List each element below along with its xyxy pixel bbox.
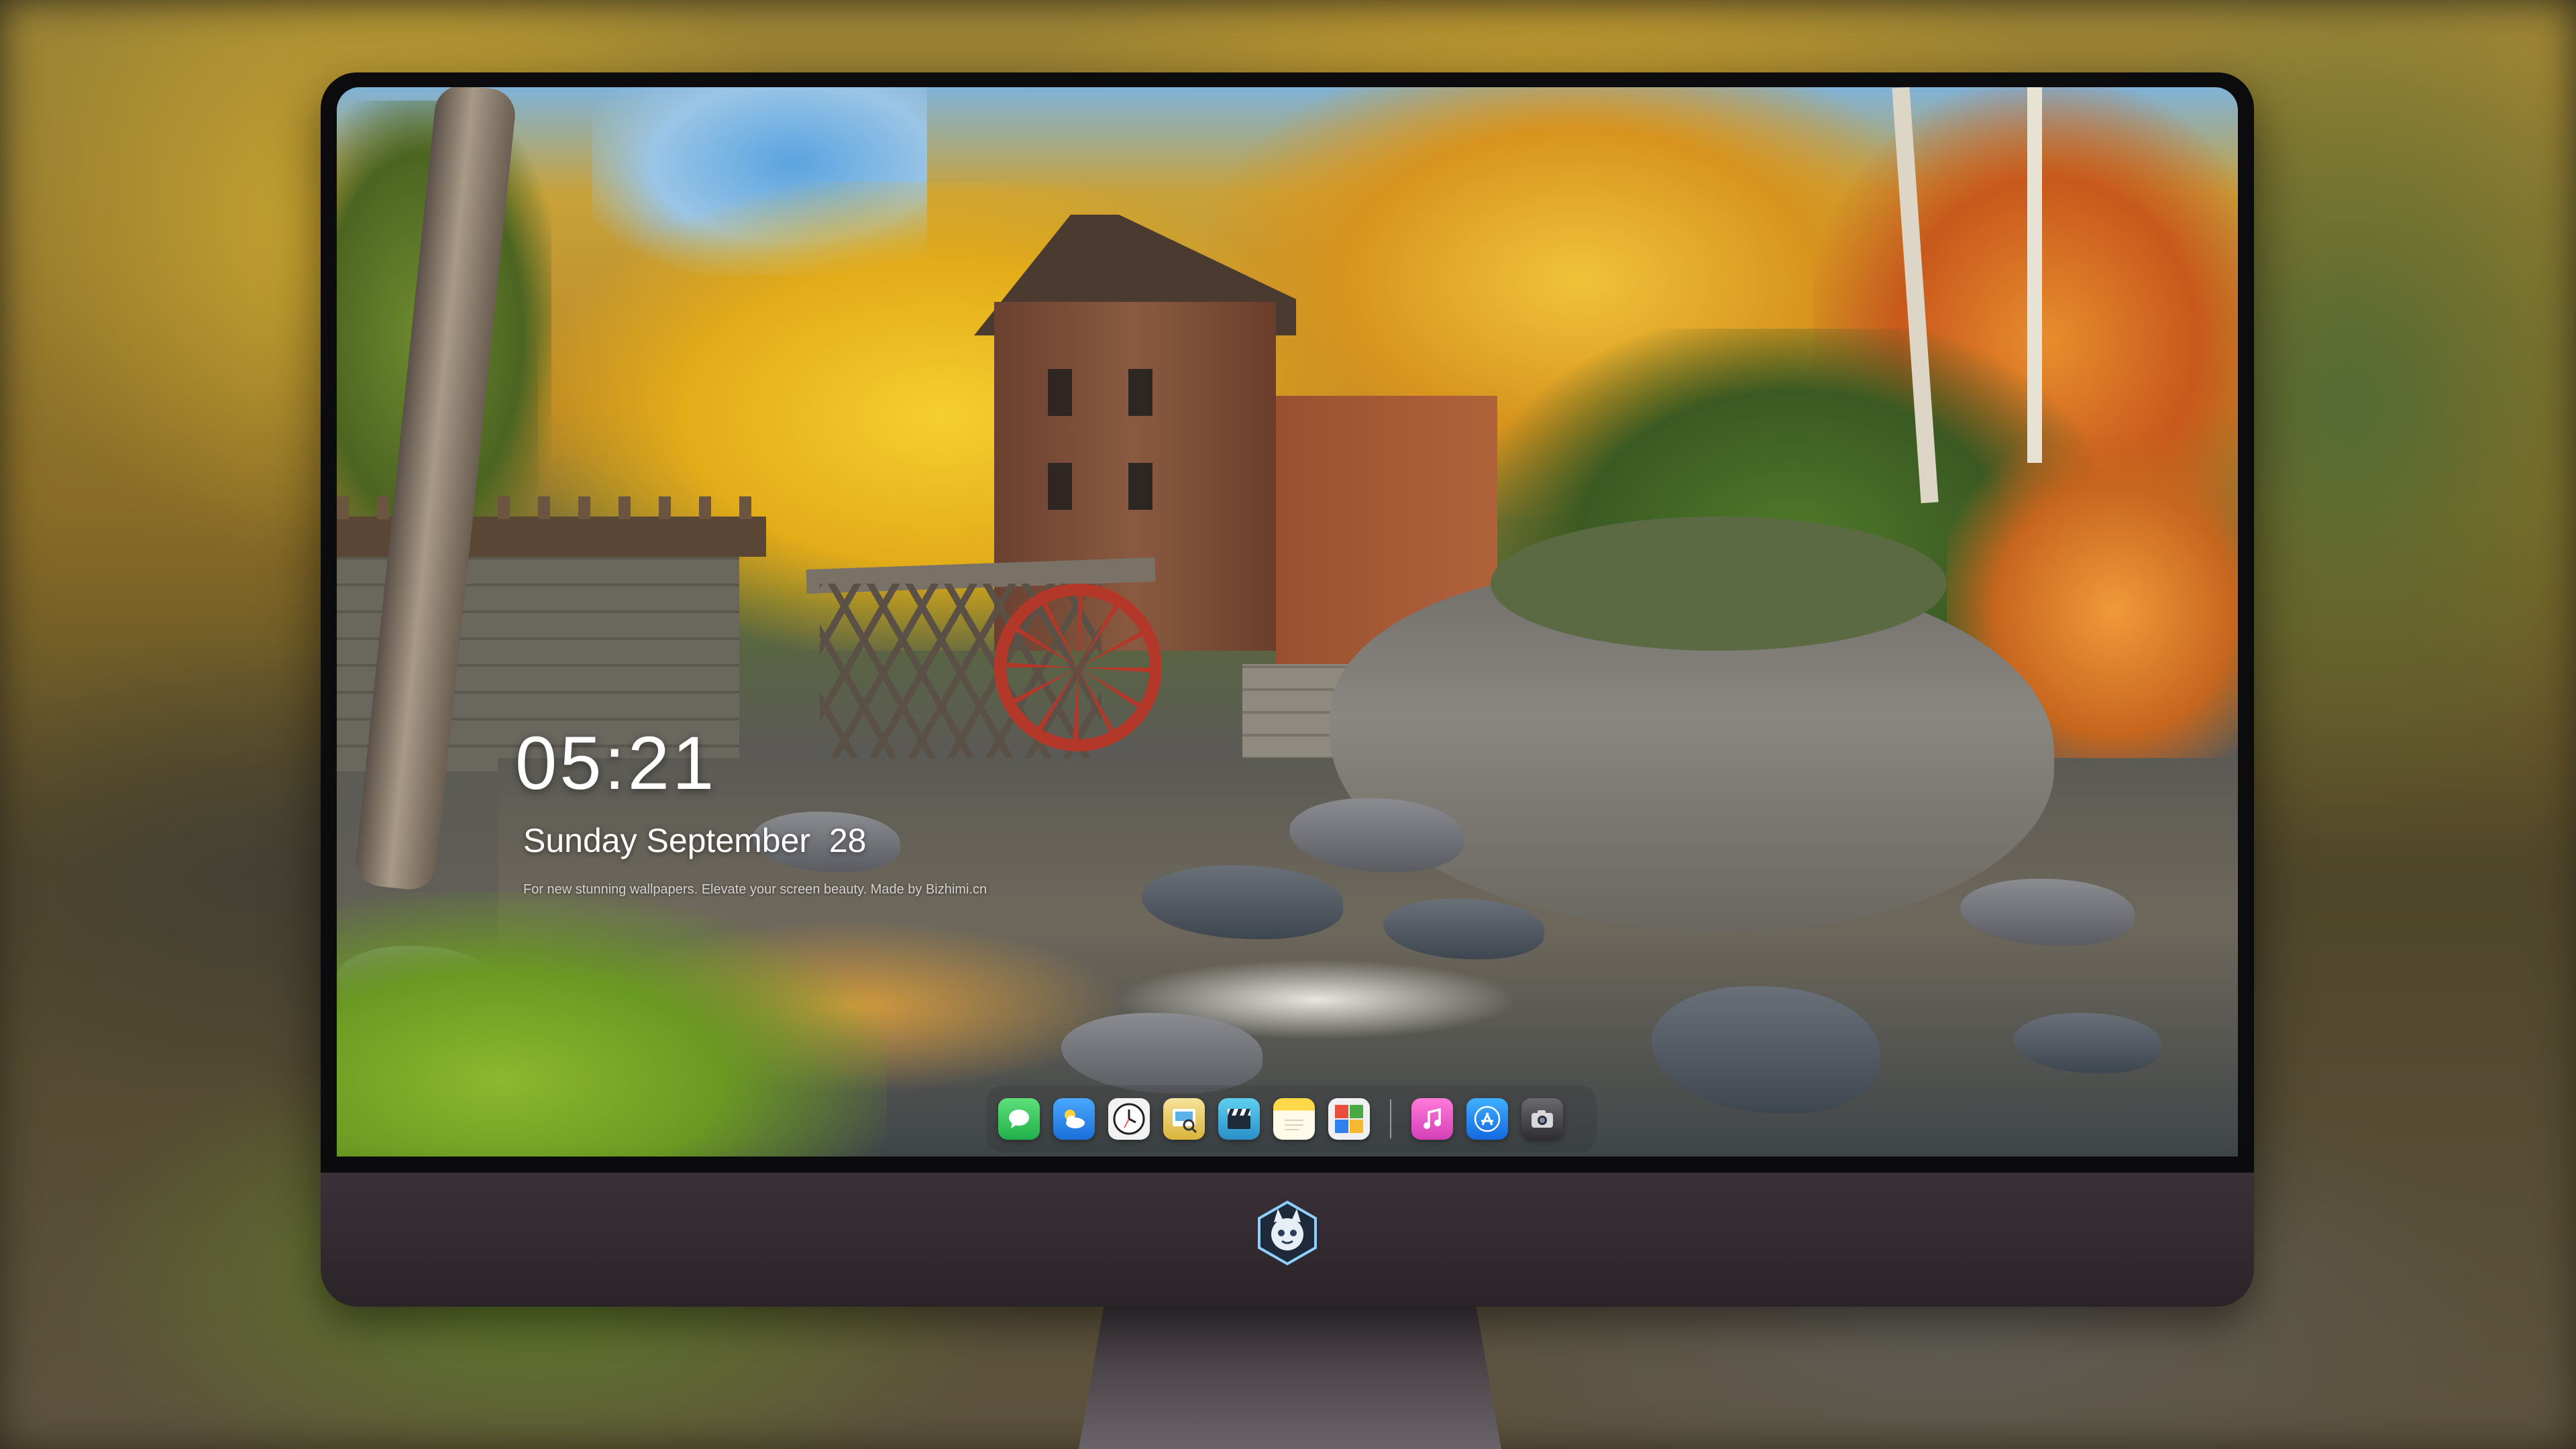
monitor-bezel	[321, 72, 2254, 1173]
monitor-stand	[1079, 1305, 1501, 1449]
weather-icon[interactable]	[1053, 1098, 1095, 1140]
app-store-icon[interactable]	[1466, 1098, 1508, 1140]
messages-icon[interactable]	[998, 1098, 1040, 1140]
wallpaper-moss	[337, 892, 887, 1157]
wallpaper-mill-window	[1128, 463, 1152, 510]
wallpaper-mill-window	[1048, 463, 1072, 510]
lockscreen-time: 05:21	[515, 721, 717, 805]
clock-icon[interactable]	[1108, 1098, 1150, 1140]
wallpaper-tree	[2027, 87, 2042, 463]
music-icon[interactable]	[1411, 1098, 1453, 1140]
screen	[337, 87, 2238, 1157]
wallpaper-water-wheel	[994, 584, 1162, 751]
clapperboard-icon[interactable]	[1218, 1098, 1260, 1140]
camera-icon[interactable]	[1521, 1098, 1563, 1140]
dock-separator	[1390, 1099, 1391, 1138]
wallpaper-mill-window	[1128, 369, 1152, 416]
wallpaper-boulder-moss	[1491, 517, 1947, 651]
dock	[986, 1085, 1597, 1152]
lockscreen-tagline: For new stunning wallpapers. Elevate you…	[523, 882, 987, 897]
preview-icon[interactable]	[1163, 1098, 1205, 1140]
wallpaper-mill-window	[1048, 369, 1072, 416]
lockscreen-date: Sunday September 28	[523, 822, 867, 859]
notes-icon[interactable]	[1273, 1098, 1315, 1140]
mascot-logo-icon	[1258, 1200, 1317, 1266]
photo-booth-icon[interactable]	[1328, 1098, 1370, 1140]
